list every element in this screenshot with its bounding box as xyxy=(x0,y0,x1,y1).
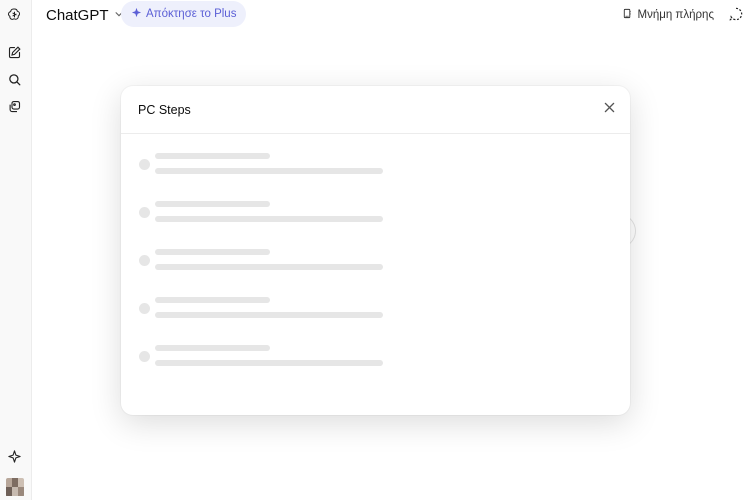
model-picker-button[interactable]: ChatGPT xyxy=(46,5,124,25)
skeleton-snippet xyxy=(155,312,383,318)
sidebar-rail xyxy=(0,0,32,500)
skeleton-snippet xyxy=(155,168,383,174)
skeleton-title xyxy=(155,249,270,255)
library-icon[interactable] xyxy=(5,97,23,115)
sparkle-icon[interactable] xyxy=(5,447,23,465)
close-button[interactable] xyxy=(602,102,616,116)
close-icon xyxy=(604,100,615,118)
skeleton-snippet xyxy=(155,360,383,366)
skeleton-icon xyxy=(139,351,150,362)
temporary-chat-icon[interactable] xyxy=(728,6,744,22)
skeleton-row xyxy=(121,152,630,200)
memory-full-indicator[interactable]: Μνήμη πλήρης xyxy=(622,7,714,23)
avatar[interactable] xyxy=(6,478,24,496)
skeleton-row xyxy=(121,248,630,296)
skeleton-icon xyxy=(139,159,150,170)
search-input[interactable] xyxy=(138,100,578,120)
skeleton-icon xyxy=(139,255,150,266)
chatgpt-logo-icon[interactable] xyxy=(5,5,23,23)
skeleton-icon xyxy=(139,303,150,314)
search-chats-modal xyxy=(121,86,630,415)
skeleton-row xyxy=(121,200,630,248)
skeleton-row xyxy=(121,296,630,344)
skeleton-icon xyxy=(139,207,150,218)
search-icon[interactable] xyxy=(5,70,23,88)
skeleton-snippet xyxy=(155,216,383,222)
sparkle-icon xyxy=(131,5,142,23)
memory-icon xyxy=(622,6,633,24)
search-modal-header xyxy=(121,86,630,134)
upgrade-label: Απόκτησε το Plus xyxy=(146,8,237,20)
skeleton-snippet xyxy=(155,264,383,270)
skeleton-title xyxy=(155,201,270,207)
skeleton-title xyxy=(155,345,270,351)
new-chat-icon[interactable] xyxy=(5,43,23,61)
top-header: ChatGPT Απόκτησε το Plus Μνήμη πλήρης xyxy=(32,0,750,30)
upgrade-plus-button[interactable]: Απόκτησε το Plus xyxy=(121,1,247,27)
memory-label: Μνήμη πλήρης xyxy=(637,9,714,21)
model-name: ChatGPT xyxy=(46,6,109,24)
skeleton-title xyxy=(155,153,270,159)
app-window: ChatGPT Απόκτησε το Plus Μνήμη πλήρης PC… xyxy=(0,0,750,500)
search-results-loading xyxy=(121,152,630,392)
skeleton-title xyxy=(155,297,270,303)
skeleton-row xyxy=(121,344,630,392)
